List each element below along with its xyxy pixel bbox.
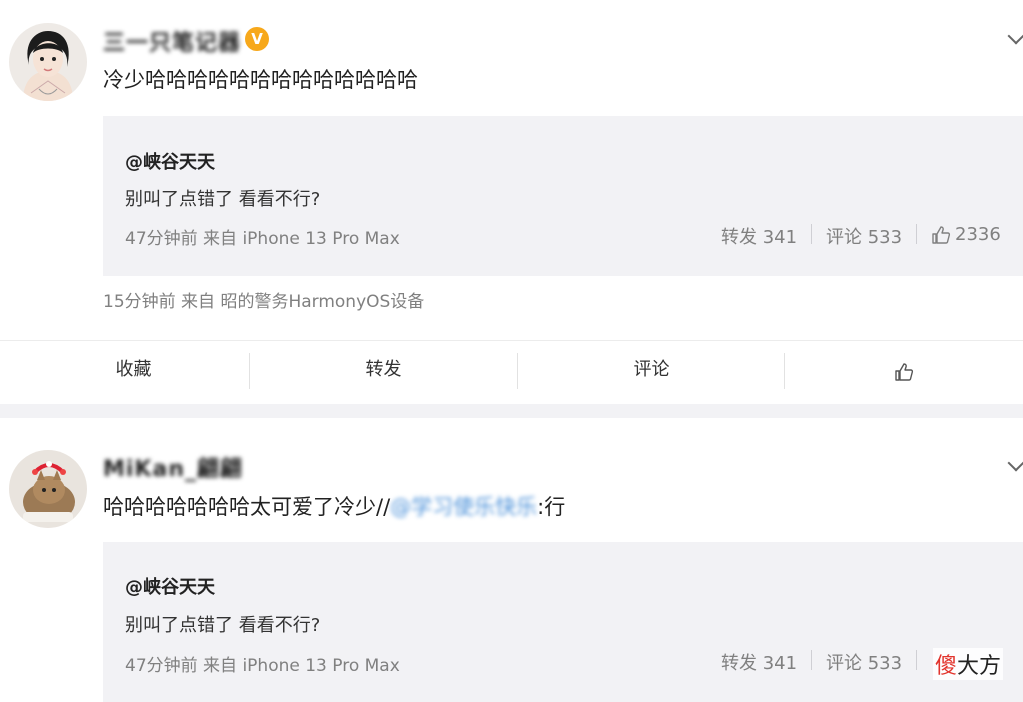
- mention-link[interactable]: @学习使乐快乐: [390, 495, 537, 519]
- watermark: 傻大方: [932, 648, 1003, 680]
- divider: [916, 650, 917, 670]
- quoted-comment-count[interactable]: 评论 533: [826, 649, 902, 675]
- quoted-author[interactable]: @峡谷天天: [125, 148, 215, 174]
- post-text: 哈哈哈哈哈哈哈太可爱了冷少//@学习使乐快乐:行: [103, 495, 566, 519]
- post-text: 冷少哈哈哈哈哈哈哈哈哈哈哈哈哈: [103, 68, 418, 92]
- action-bar: 收藏 转发 评论: [0, 340, 1023, 404]
- quoted-post[interactable]: @峡谷天天 别叫了点错了 看看不行? 47分钟前 来自 iPhone 13 Pr…: [103, 542, 1023, 702]
- quoted-like-count: 2336: [955, 224, 1001, 245]
- quoted-comment-count[interactable]: 评论 533: [826, 223, 902, 249]
- thumbs-up-icon: [931, 225, 951, 245]
- quoted-author[interactable]: @峡谷天天: [125, 573, 215, 599]
- username[interactable]: 三一只笔记器: [103, 25, 241, 57]
- quoted-meta: 47分钟前 来自 iPhone 13 Pro Max: [125, 229, 400, 249]
- feed-post: MiKan_翩翩 哈哈哈哈哈哈哈太可爱了冷少//@学习使乐快乐:行 @峡谷天天 …: [0, 418, 1023, 702]
- quoted-repost-count[interactable]: 转发 341: [721, 223, 797, 249]
- quoted-repost-count[interactable]: 转发 341: [721, 649, 797, 675]
- like-button[interactable]: [785, 341, 1023, 403]
- repost-button[interactable]: 转发: [250, 341, 517, 403]
- divider: [811, 650, 812, 670]
- favorite-button[interactable]: 收藏: [0, 341, 267, 403]
- chevron-down-icon[interactable]: [1007, 27, 1023, 45]
- avatar[interactable]: [9, 23, 87, 101]
- divider: [811, 224, 812, 244]
- comment-button[interactable]: 评论: [518, 341, 785, 403]
- quoted-like-button[interactable]: 2336: [931, 224, 1001, 245]
- feed-separator: [0, 404, 1023, 418]
- quoted-text: 别叫了点错了 看看不行?: [125, 615, 321, 636]
- chevron-down-icon[interactable]: [1007, 454, 1023, 472]
- quoted-meta: 47分钟前 来自 iPhone 13 Pro Max: [125, 656, 400, 676]
- feed-post: 三一只笔记器 V 冷少哈哈哈哈哈哈哈哈哈哈哈哈哈 @峡谷天天 别叫了点错了 看看…: [0, 0, 1023, 404]
- quoted-text: 别叫了点错了 看看不行?: [125, 189, 321, 210]
- avatar[interactable]: [9, 450, 87, 528]
- username[interactable]: MiKan_翩翩: [103, 451, 243, 483]
- quoted-post[interactable]: @峡谷天天 别叫了点错了 看看不行? 47分钟前 来自 iPhone 13 Pr…: [103, 116, 1023, 276]
- verified-badge-icon: V: [245, 27, 269, 51]
- divider: [916, 224, 917, 244]
- post-meta: 15分钟前 来自 昭的警务HarmonyOS设备: [103, 292, 425, 312]
- thumbs-up-icon: [894, 362, 914, 382]
